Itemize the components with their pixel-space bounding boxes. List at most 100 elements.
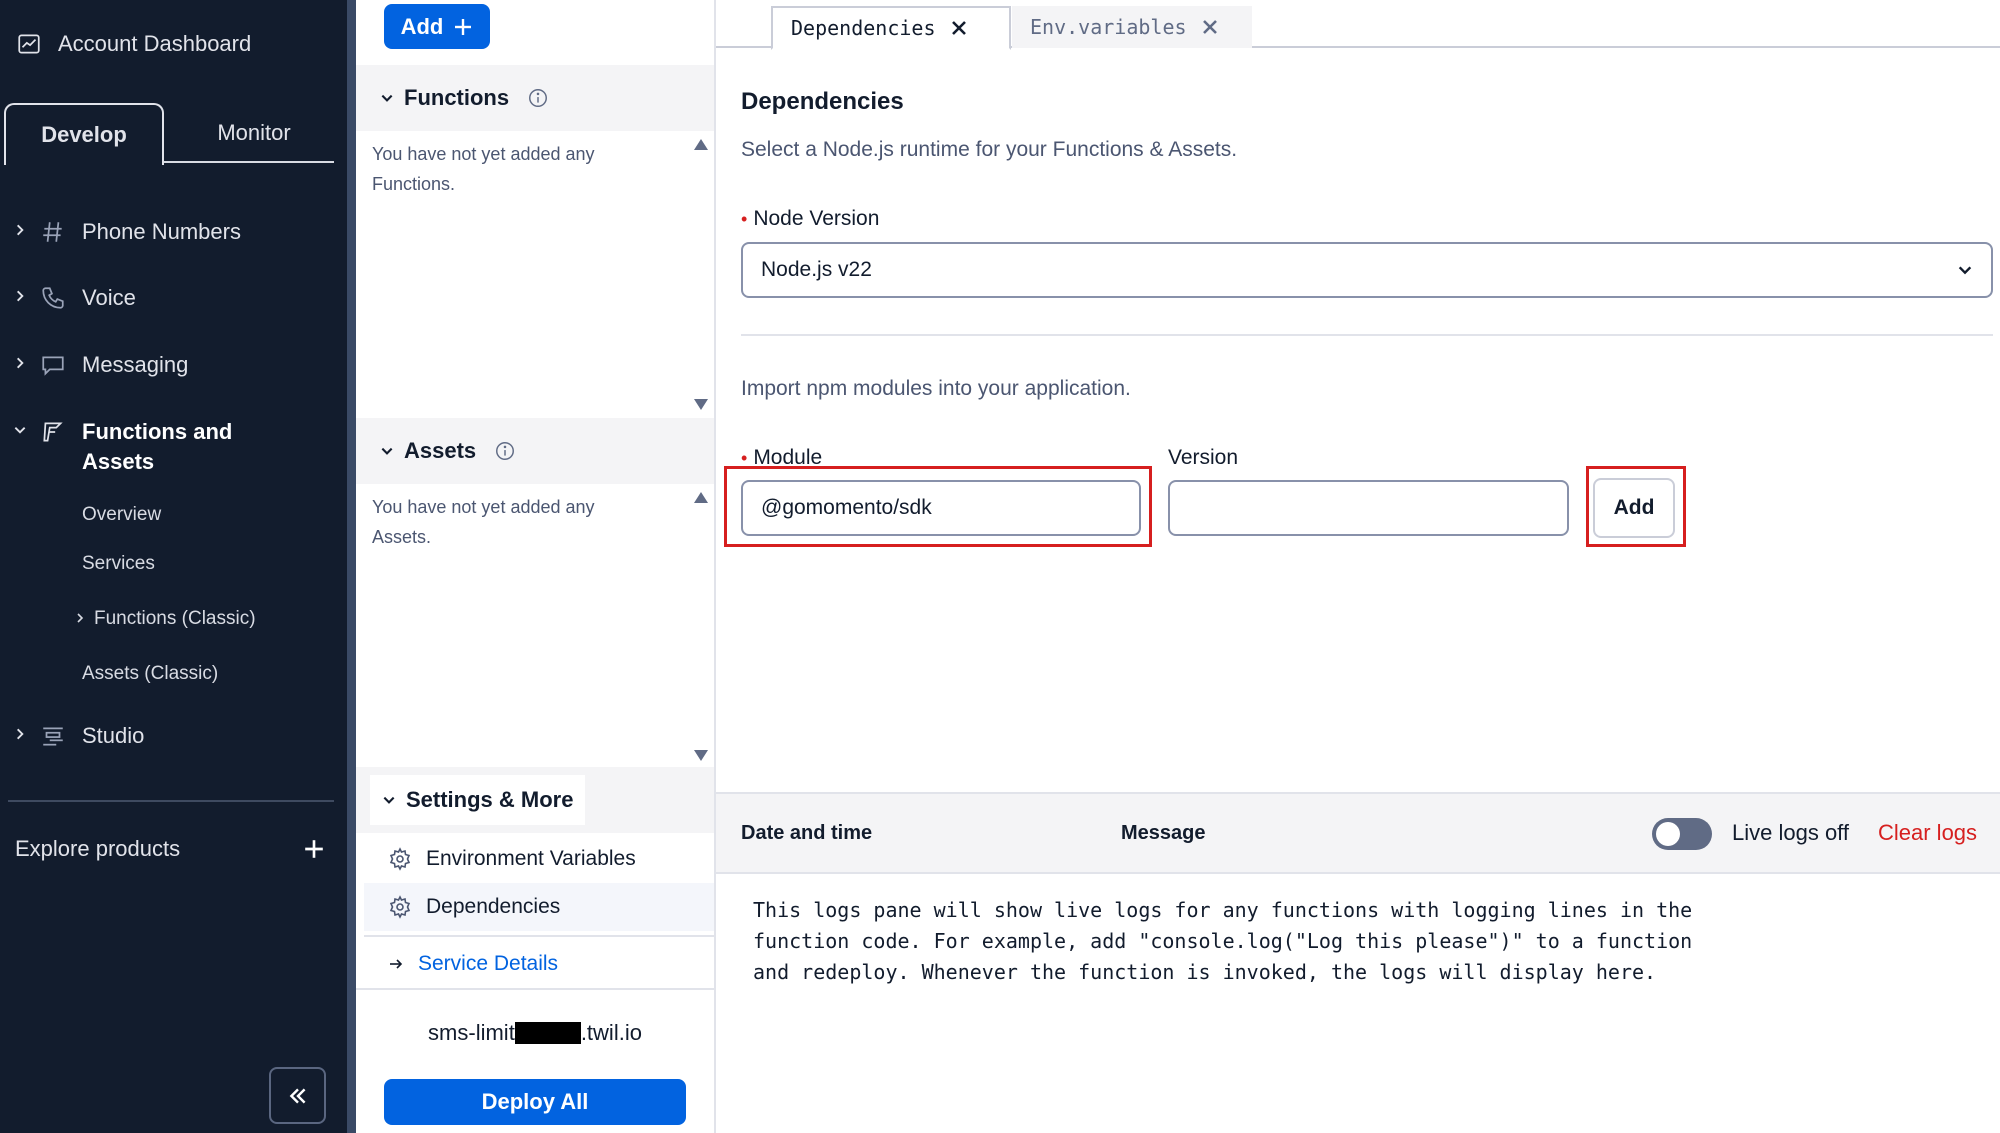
plus-icon (455, 18, 472, 35)
info-icon[interactable] (494, 440, 516, 462)
service-domain: sms-limit .twil.io (356, 1020, 714, 1046)
settings-item-dependencies[interactable]: Dependencies (364, 883, 714, 931)
live-logs-label: Live logs off (1732, 820, 1850, 845)
sidebar-item-phone-numbers[interactable]: Phone Numbers (0, 217, 241, 247)
explore-products-label: Explore products (15, 836, 181, 861)
sidebar-tabs: Develop Monitor (4, 103, 334, 165)
chevron-down-icon (383, 796, 395, 804)
sidebar-subitem-services[interactable]: Services (82, 553, 155, 575)
gear-icon (389, 847, 411, 871)
plus-icon (305, 840, 323, 858)
logs-message: This logs pane will show live logs for a… (753, 898, 1693, 984)
sidebar-item-label: Studio (82, 723, 145, 748)
chevron-right-icon (17, 728, 24, 740)
node-version-select[interactable]: Node.js v22 (741, 242, 1993, 298)
account-dashboard-link[interactable]: Account Dashboard (16, 26, 251, 62)
settings-header-label: Settings & More (370, 775, 586, 825)
close-icon[interactable] (950, 19, 968, 37)
phone-icon (42, 287, 64, 309)
node-version-label: • Node Version (741, 207, 879, 231)
tab-develop[interactable]: Develop (4, 103, 164, 165)
arrow-right-icon (390, 959, 403, 969)
assets-section-header[interactable]: Assets (356, 418, 714, 484)
logs-col-date: Date and time (741, 822, 873, 844)
required-marker: • (741, 209, 748, 229)
functions-empty-message: You have not yet added any Functions. (372, 144, 595, 194)
chevron-down-icon (381, 94, 393, 102)
gear-icon (389, 895, 411, 919)
explore-products-button[interactable]: Explore products (15, 836, 325, 862)
version-input[interactable] (1168, 480, 1569, 536)
dashboard-icon (18, 34, 40, 54)
settings-item-environment-variables[interactable]: Environment Variables (364, 835, 714, 883)
logs-col-message: Message (1121, 822, 1206, 844)
chevron-right-icon (17, 224, 24, 236)
hash-icon (43, 222, 62, 242)
live-logs-toggle[interactable] (1652, 818, 1712, 850)
functions-title: Functions (404, 85, 510, 110)
tab-monitor[interactable]: Monitor (174, 103, 334, 163)
double-chevron-left-icon (289, 1088, 305, 1103)
service-panel: Add Functions You have not yet added any… (356, 0, 716, 1133)
tab-env-variables[interactable]: Env.variables (1012, 6, 1252, 48)
sidebar-item-voice[interactable]: Voice (0, 283, 136, 313)
functions-list: You have not yet added any Functions. (356, 131, 714, 416)
redacted-block (514, 1022, 581, 1044)
sidebar-subitem-overview[interactable]: Overview (82, 504, 161, 526)
settings-title: Settings & More (406, 787, 574, 812)
toggle-knob (1656, 822, 1680, 846)
chevron-right-icon (17, 290, 24, 302)
assets-list: You have not yet added any Assets. (356, 484, 714, 767)
version-label: Version (1168, 446, 1239, 469)
add-button[interactable]: Add (384, 4, 490, 49)
assets-title: Assets (404, 438, 477, 463)
service-details-label: Service Details (418, 952, 559, 975)
chevron-down-icon (14, 427, 26, 434)
assets-empty-message: You have not yet added any Assets. (372, 497, 595, 547)
dependencies-title: Dependencies (741, 88, 904, 115)
chevron-down-icon (1958, 266, 1972, 275)
section-divider (741, 334, 1993, 336)
settings-section-header[interactable]: Settings & More (356, 767, 714, 833)
add-button-label: Add (400, 13, 444, 39)
node-version-label-text: Node Version (753, 207, 880, 230)
scroll-down-arrow[interactable] (694, 399, 708, 410)
sidebar: Account Dashboard Develop Monitor Phone … (0, 0, 356, 1133)
module-input[interactable]: @gomomento/sdk (741, 480, 1141, 536)
tab-label: Env.variables (1030, 15, 1187, 39)
sidebar-item-studio[interactable]: Studio (0, 721, 144, 751)
required-marker: • (741, 448, 748, 468)
clear-logs-button[interactable]: Clear logs (1878, 820, 1977, 846)
chevron-down-icon (381, 447, 393, 455)
service-details-link[interactable]: Service Details (364, 940, 714, 988)
sidebar-item-label: Voice (82, 285, 136, 310)
chat-icon (42, 356, 64, 376)
tab-dependencies[interactable]: Dependencies (771, 6, 1011, 50)
deploy-all-button[interactable]: Deploy All (384, 1079, 686, 1125)
sidebar-item-messaging[interactable]: Messaging (0, 350, 188, 380)
add-module-button[interactable]: Add (1593, 478, 1675, 538)
sidebar-item-label: Functions and Assets (82, 419, 233, 474)
sidebar-divider (8, 800, 334, 802)
scroll-down-arrow[interactable] (694, 750, 708, 761)
functions-section-header[interactable]: Functions (356, 65, 714, 131)
info-icon[interactable] (527, 87, 549, 109)
collapse-sidebar-button[interactable] (269, 1067, 326, 1124)
functions-icon (43, 422, 63, 442)
scroll-up-arrow[interactable] (694, 139, 708, 150)
logs-header: Date and time Message Live logs off Clea… (716, 792, 2000, 874)
settings-item-label: Environment Variables (426, 847, 636, 870)
sidebar-item-label: Messaging (82, 352, 189, 377)
sidebar-subitem-label: Functions (Classic) (94, 608, 256, 629)
sidebar-item-functions-and-assets[interactable]: Functions and Assets (0, 417, 252, 477)
editor-tabs: Dependencies Env.variables (716, 0, 2000, 50)
sidebar-scrollbar[interactable] (347, 0, 356, 1133)
divider (364, 935, 714, 937)
scroll-up-arrow[interactable] (694, 492, 708, 503)
sidebar-subitem-assets-classic[interactable]: Assets (Classic) (82, 663, 218, 685)
sidebar-subitem-functions-classic[interactable]: Functions (Classic) (77, 608, 256, 630)
chevron-right-icon (77, 613, 84, 623)
domain-suffix: .twil.io (580, 1020, 642, 1045)
account-dashboard-label: Account Dashboard (58, 31, 252, 56)
close-icon[interactable] (1201, 18, 1219, 36)
